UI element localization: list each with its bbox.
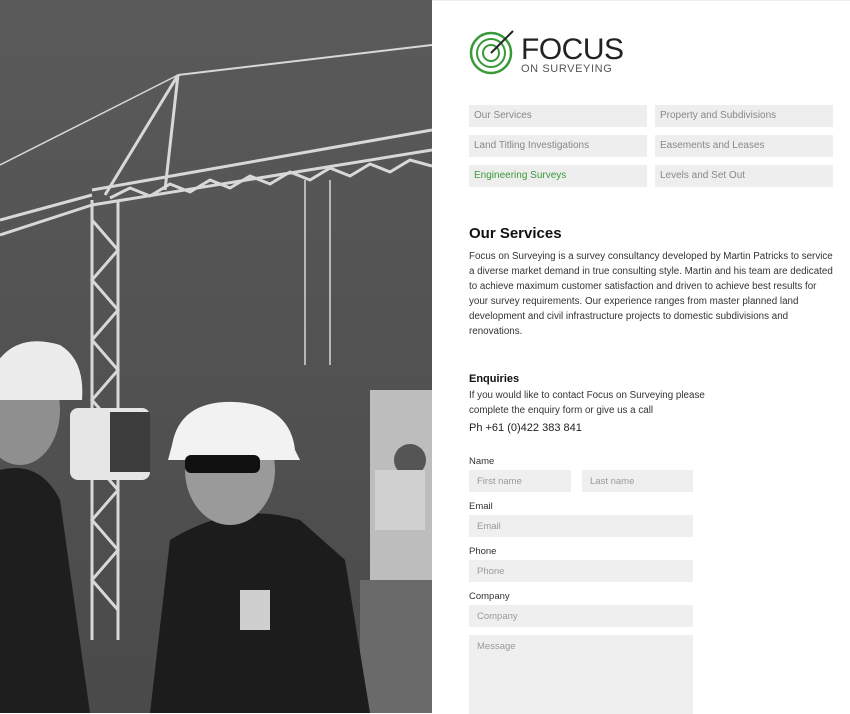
phone-number: Ph +61 (0)422 383 841 xyxy=(469,422,582,434)
content-panel: FOCUS ON SURVEYING Our Services Property… xyxy=(432,0,850,714)
services-nav: Our Services Property and Subdivisions L… xyxy=(469,105,833,187)
services-title: Our Services xyxy=(469,225,562,242)
nav-item-levels-set-out[interactable]: Levels and Set Out xyxy=(655,165,833,187)
nav-item-land-titling[interactable]: Land Titling Investigations xyxy=(469,135,647,157)
services-description: Focus on Surveying is a survey consultan… xyxy=(469,251,833,337)
company-label: Company xyxy=(469,591,510,602)
logo-wordmark: FOCUS xyxy=(521,33,624,66)
name-label: Name xyxy=(469,456,495,467)
company-input[interactable] xyxy=(469,605,693,627)
hero-photo xyxy=(0,0,432,713)
brand-logo[interactable]: FOCUS ON SURVEYING xyxy=(469,28,624,78)
email-input[interactable] xyxy=(469,515,693,537)
target-logo-icon xyxy=(469,30,514,75)
last-name-input[interactable] xyxy=(582,470,693,492)
enquiries-title: Enquiries xyxy=(469,373,520,385)
enquiries-text: If you would like to contact Focus on Su… xyxy=(469,390,705,416)
logo-tagline: ON SURVEYING xyxy=(521,63,613,75)
phone-label: Phone xyxy=(469,546,497,557)
phone-input[interactable] xyxy=(469,560,693,582)
nav-item-property-subdivisions[interactable]: Property and Subdivisions xyxy=(655,105,833,127)
nav-item-engineering-surveys[interactable]: Engineering Surveys xyxy=(469,165,647,187)
nav-item-easements-leases[interactable]: Easements and Leases xyxy=(655,135,833,157)
nav-item-our-services[interactable]: Our Services xyxy=(469,105,647,127)
message-textarea[interactable] xyxy=(469,635,693,714)
first-name-input[interactable] xyxy=(469,470,571,492)
email-label: Email xyxy=(469,501,493,512)
